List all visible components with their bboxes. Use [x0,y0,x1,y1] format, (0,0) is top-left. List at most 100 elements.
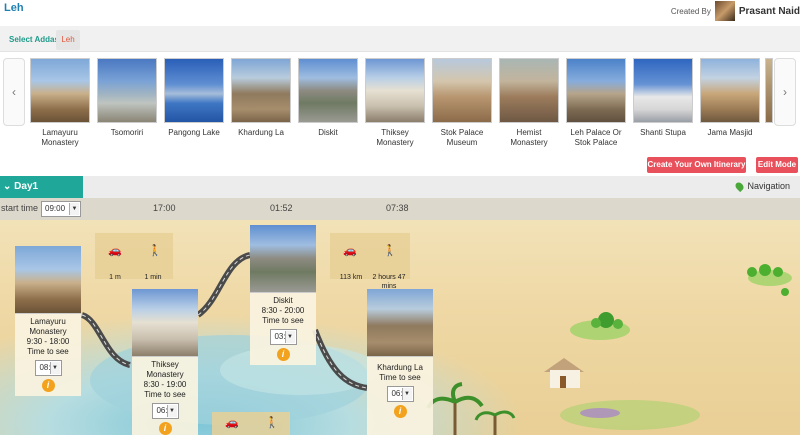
itinerary-map: 🚗 🚶 1 m 1 min 🚗 🚶 113 km 2 hours 47 mins… [0,220,800,435]
duration-select[interactable]: 06:00 ▼ [386,386,414,402]
carousel-prev-button[interactable]: ‹ [3,58,25,126]
stop-card[interactable]: Thiksey Monastery 8:30 - 19:00 Time to s… [132,289,198,435]
creator-name[interactable]: Prasant Naid [739,6,800,17]
stop-photo[interactable] [367,289,433,357]
place-name[interactable]: Pangong Lake [164,128,224,138]
walk-icon: 🚶 [148,245,162,257]
stop-card[interactable]: Diskit 8:30 - 20:00 Time to see 03:00 ▼ … [250,225,316,365]
place-item[interactable]: Pangong Lake [164,58,224,138]
place-thumbnail[interactable] [365,58,425,123]
stop-card[interactable]: Khardung La Time to see 06:00 ▼ i [367,289,433,435]
time-to-see-label: Time to see [27,347,69,356]
place-thumbnail[interactable] [499,58,559,123]
place-item[interactable]: Stok Palace Museum [432,58,492,148]
page-title: Leh [4,2,24,14]
adda-tab-leh[interactable]: Leh [56,30,80,50]
navigation-link[interactable]: Navigation [734,180,790,192]
place-item[interactable]: Jama Masjid [700,58,760,138]
info-icon[interactable]: i [276,348,290,361]
stop-name: Diskit [273,296,293,305]
edit-mode-button[interactable]: Edit Mode [756,157,798,173]
creator-info: Created By Prasant Naid [671,0,800,22]
duration-select[interactable]: 08:00 ▼ [34,360,62,376]
duration-select[interactable]: 03:00 ▼ [269,329,297,345]
place-name[interactable]: Thiksey Monastery [365,128,425,148]
place-name[interactable]: Lamayuru Monastery [30,128,90,148]
created-by-label: Created By [670,6,711,16]
place-item[interactable]: Khardung La [231,58,291,138]
chevron-right-icon: › [783,85,787,99]
stop-hours: 9:30 - 18:00 [26,337,70,346]
car-icon: 🚗 [225,417,239,429]
info-icon[interactable]: i [393,405,407,418]
place-thumbnail[interactable] [231,58,291,123]
place-thumbnail[interactable] [566,58,626,123]
place-item[interactable]: Thiksey Monastery [365,58,425,148]
place-name[interactable]: Shanti Stupa [633,128,693,138]
stop-hours: 8:30 - 19:00 [143,380,187,389]
chevron-left-icon: ‹ [12,85,16,99]
info-icon[interactable]: i [158,422,172,435]
time-to-see-label: Time to see [144,390,186,399]
start-time-value: 09:00 [45,204,66,213]
stop-photo[interactable] [15,246,81,314]
time-mark: 17:00 [153,203,176,213]
walk-icon: 🚶 [383,245,397,257]
map-pin-icon [734,180,746,192]
info-icon[interactable]: i [41,379,55,392]
select-addas-label: Select Addas [9,35,59,44]
place-thumbnail[interactable] [30,58,90,123]
carousel-next-button[interactable]: › [774,58,796,126]
place-item[interactable]: Leh Palace Or Stok Palace [566,58,626,148]
travel-distance: 113 km [339,274,363,281]
dropdown-arrow-icon: ▼ [401,388,412,400]
place-thumbnail[interactable] [97,58,157,123]
stop-card[interactable]: Lamayuru Monastery 9:30 - 18:00 Time to … [15,246,81,396]
dropdown-arrow-icon: ▼ [166,405,177,417]
top-bar: Leh Created By Prasant Naid [0,0,800,22]
place-name[interactable]: Jama Masjid [700,128,760,138]
stop-name: Lamayuru Monastery [29,317,67,336]
place-item[interactable]: Shanti Stupa [633,58,693,138]
create-itinerary-button[interactable]: Create Your Own Itinerary [647,157,746,173]
time-to-see-label: Time to see [262,316,304,325]
place-thumbnail[interactable] [432,58,492,123]
time-mark: 07:38 [386,203,409,213]
place-thumbnail[interactable] [164,58,224,123]
duration-select[interactable]: 06:00 ▼ [151,403,179,419]
day-bar: ⌄ Day1 Navigation [0,176,800,198]
place-name[interactable]: Hemist Monastery [499,128,559,148]
places-carousel: ‹ Lamayuru Monastery Tsomoriri Pangong L… [0,54,800,154]
place-thumbnail[interactable] [633,58,693,123]
place-name[interactable]: Khardung La [231,128,291,138]
place-item[interactable]: Tsomoriri [97,58,157,138]
start-time-select[interactable]: 09:00 ▼ [41,201,81,217]
place-thumbnail[interactable] [700,58,760,123]
place-name[interactable]: Tsomoriri [97,128,157,138]
car-icon: 🚗 [108,245,122,257]
addas-bar: Select Addas Leh [0,26,800,52]
place-name[interactable]: Leh Palace Or Stok Palace [566,128,626,148]
place-item[interactable] [765,58,773,123]
tab-day1[interactable]: ⌄ Day1 [0,176,83,198]
stop-photo[interactable] [132,289,198,357]
stop-photo[interactable] [250,225,316,293]
time-mark: 01:52 [270,203,293,213]
place-name[interactable]: Diskit [298,128,358,138]
place-item[interactable]: Diskit [298,58,358,138]
place-thumbnail[interactable] [298,58,358,123]
place-thumbnail[interactable] [765,58,773,123]
dropdown-arrow-icon: ▼ [284,331,295,343]
navigation-label[interactable]: Navigation [747,181,790,191]
time-to-see-label: Time to see [379,373,421,382]
avatar[interactable] [714,1,735,21]
car-icon: 🚗 [343,245,357,257]
place-item[interactable]: Hemist Monastery [499,58,559,148]
start-time-label: start time [1,203,39,213]
chevron-down-icon: ⌄ [3,181,12,192]
stop-hours: 8:30 - 20:00 [261,306,305,315]
travel-distance: 1 m [109,274,121,281]
dropdown-arrow-icon: ▼ [49,362,60,374]
place-item[interactable]: Lamayuru Monastery [30,58,90,148]
place-name[interactable]: Stok Palace Museum [432,128,492,148]
